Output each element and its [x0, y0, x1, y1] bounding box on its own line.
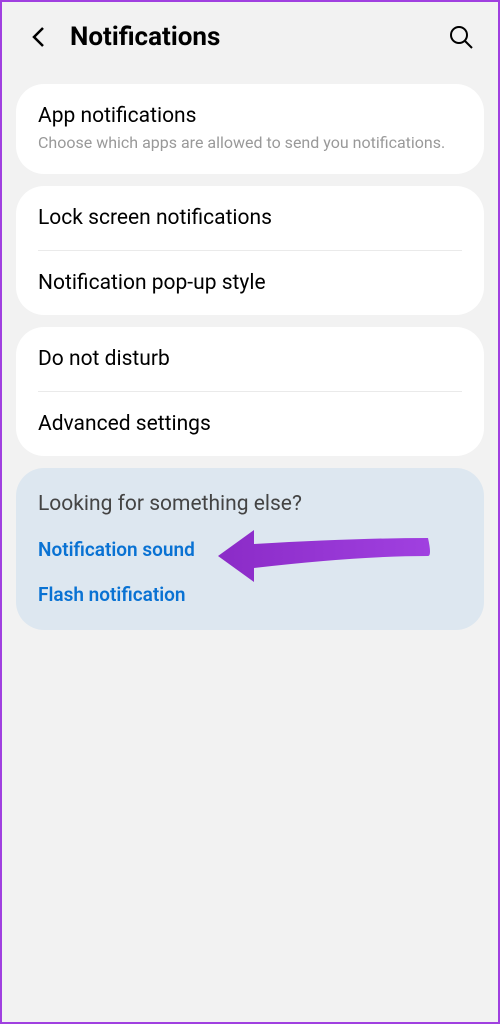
item-subtitle: Choose which apps are allowed to send yo…	[38, 132, 462, 154]
item-advanced-settings[interactable]: Advanced settings	[16, 392, 484, 456]
item-title: Notification pop-up style	[38, 271, 462, 295]
item-do-not-disturb[interactable]: Do not disturb	[16, 327, 484, 391]
item-title: Lock screen notifications	[38, 206, 462, 230]
item-lock-screen-notifications[interactable]: Lock screen notifications	[16, 186, 484, 250]
item-title: Advanced settings	[38, 412, 462, 436]
suggestion-title: Looking for something else?	[38, 492, 462, 516]
back-button[interactable]	[26, 25, 50, 49]
card-lock-popup: Lock screen notifications Notification p…	[16, 186, 484, 315]
search-button[interactable]	[448, 24, 474, 50]
chevron-left-icon	[31, 26, 45, 48]
header: Notifications	[2, 2, 498, 72]
item-title: App notifications	[38, 104, 462, 128]
page-title: Notifications	[70, 22, 428, 52]
item-title: Do not disturb	[38, 347, 462, 371]
card-app-notifications: App notifications Choose which apps are …	[16, 84, 484, 174]
item-app-notifications[interactable]: App notifications Choose which apps are …	[16, 84, 484, 174]
card-dnd-advanced: Do not disturb Advanced settings	[16, 327, 484, 456]
item-notification-popup-style[interactable]: Notification pop-up style	[16, 251, 484, 315]
link-notification-sound[interactable]: Notification sound	[38, 538, 462, 561]
search-icon	[448, 24, 474, 50]
link-flash-notification[interactable]: Flash notification	[38, 583, 462, 606]
card-suggestions: Looking for something else? Notification…	[16, 468, 484, 630]
